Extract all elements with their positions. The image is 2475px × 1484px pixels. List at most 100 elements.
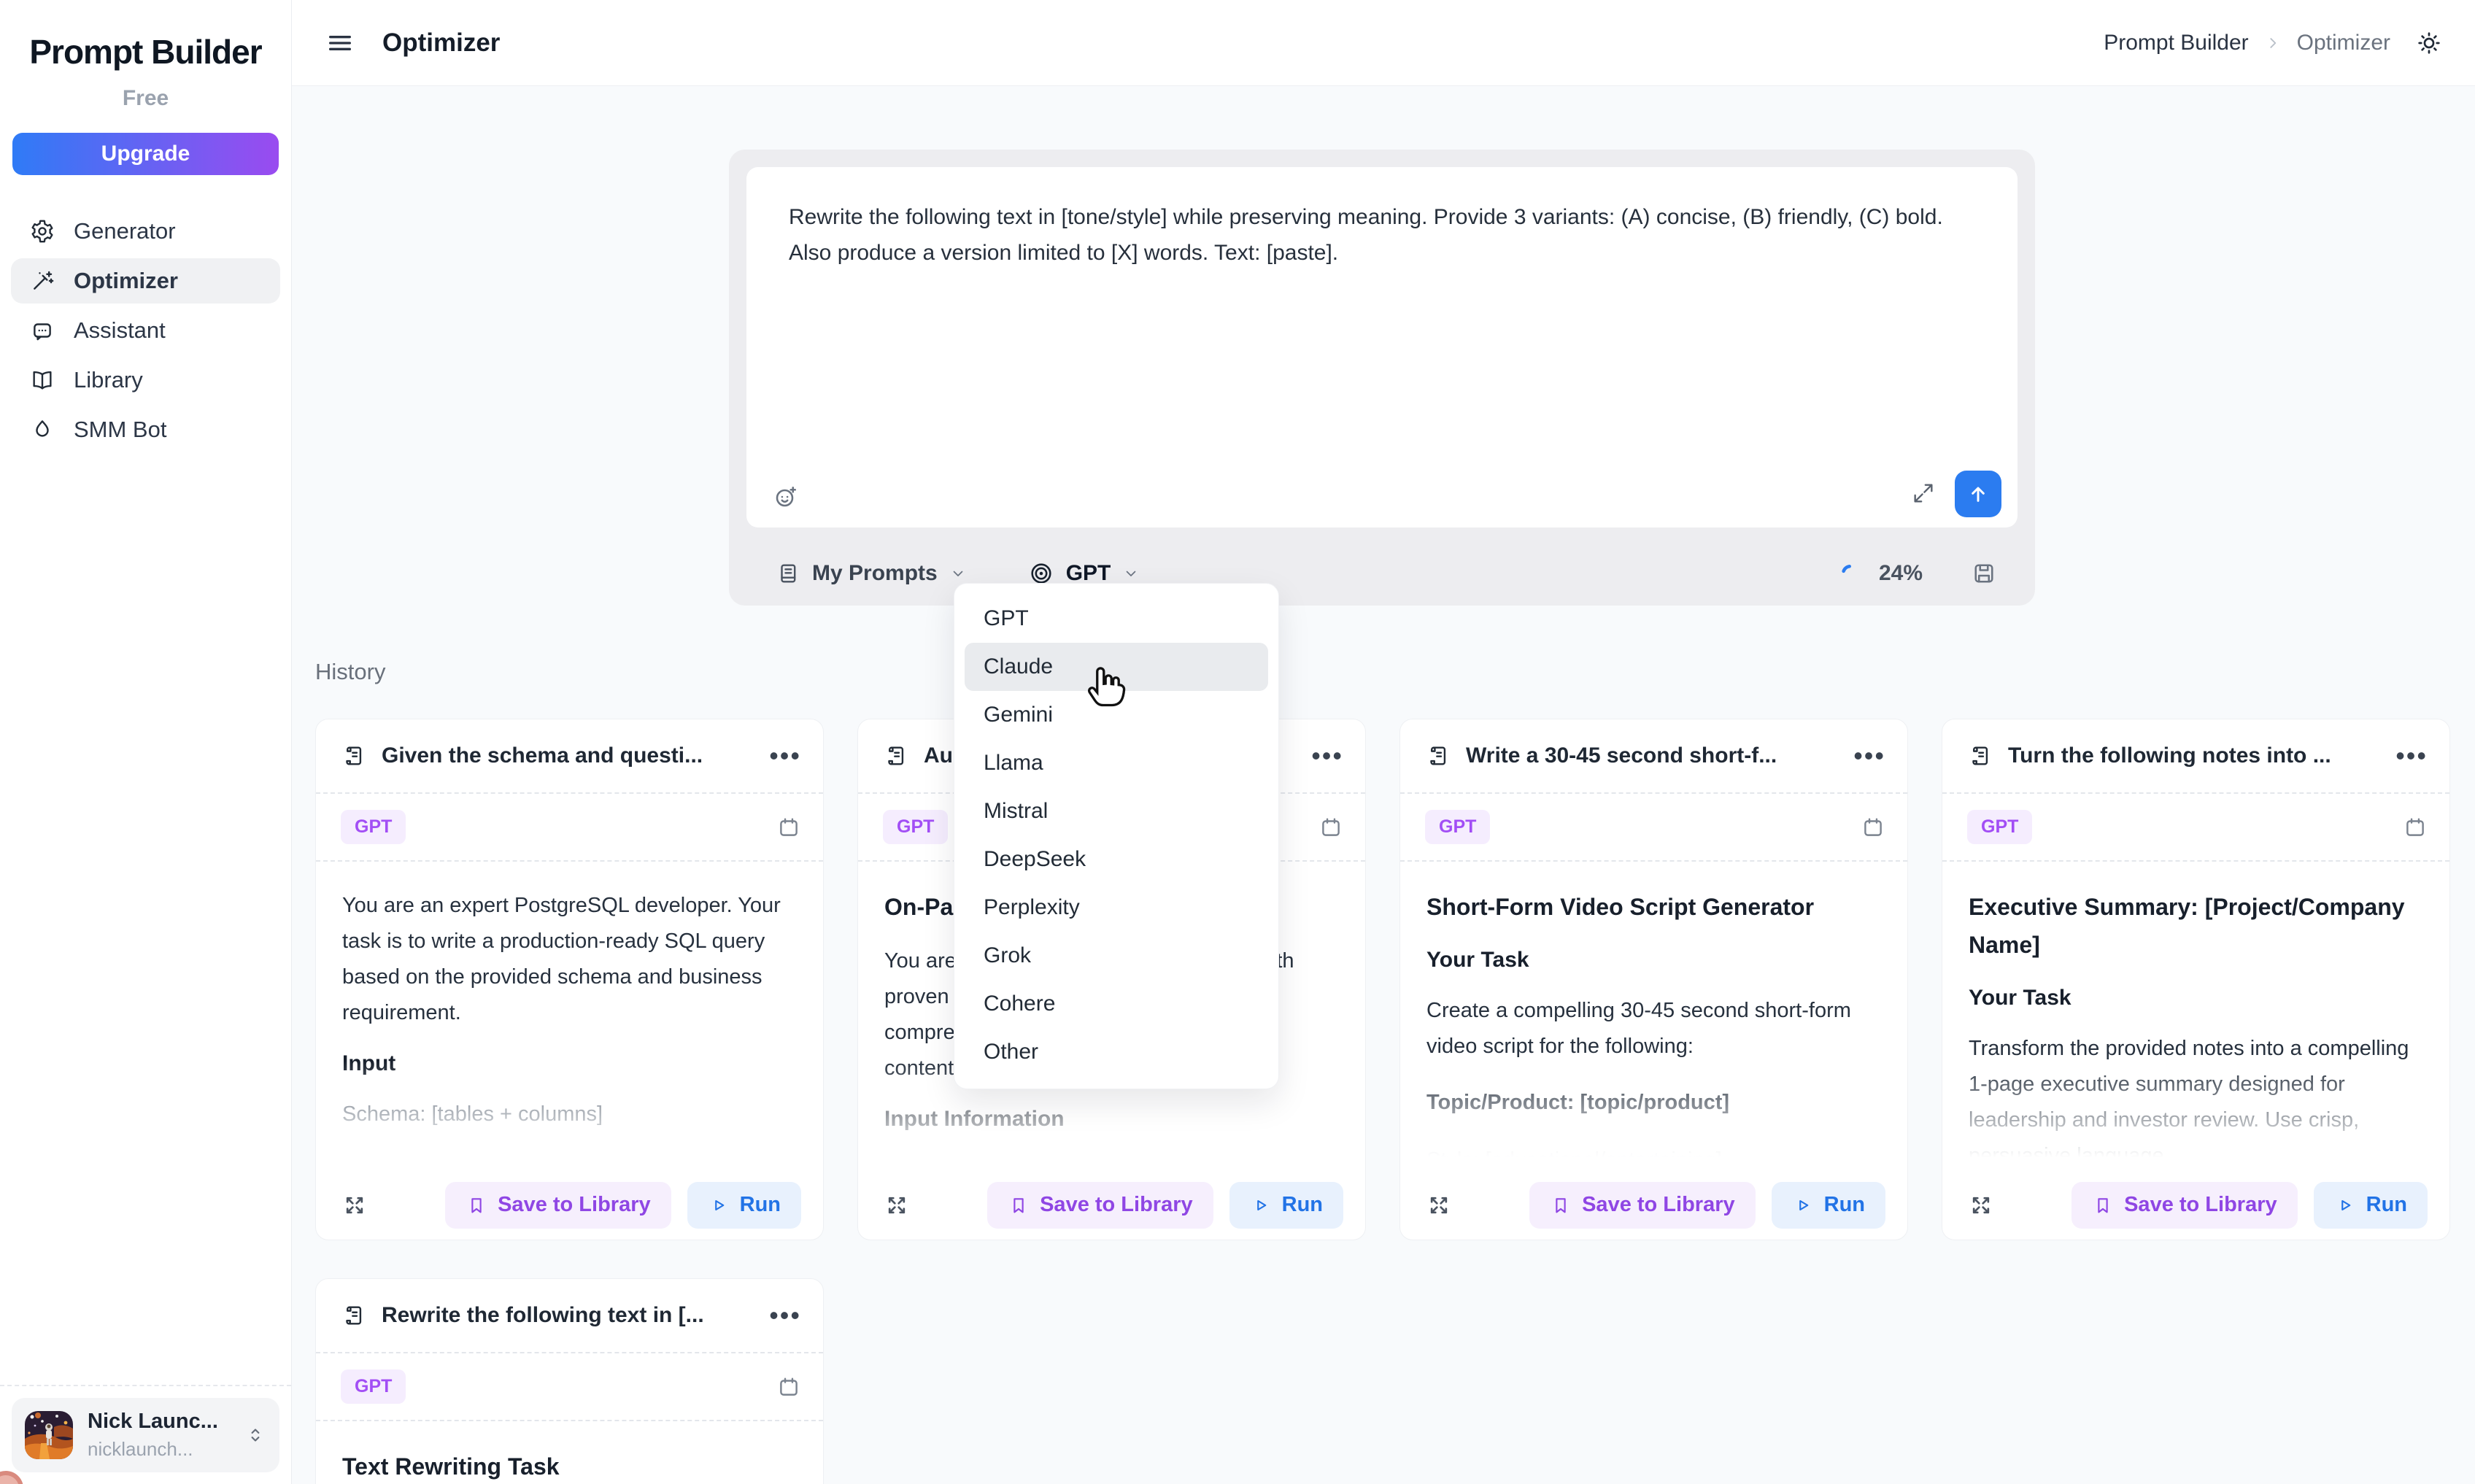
menu-item-llama[interactable]: Llama: [954, 739, 1278, 787]
avatar: [25, 1411, 73, 1459]
sidebar-item-assistant[interactable]: Assistant: [11, 308, 280, 353]
plan-label: Free: [0, 86, 291, 111]
breadcrumb: Prompt Builder Optimizer: [2104, 29, 2443, 57]
save-to-library-button[interactable]: Save to Library: [445, 1182, 671, 1229]
card-line: Style: [educational/entertaining]: [1426, 1143, 1881, 1170]
menu-item-gpt[interactable]: GPT: [954, 595, 1278, 643]
sidebar-item-label: SMM Bot: [74, 417, 166, 443]
card-footer: Save to Library Run: [1400, 1170, 1907, 1240]
menu-item-perplexity[interactable]: Perplexity: [954, 884, 1278, 932]
sidebar-item-generator[interactable]: Generator: [11, 209, 280, 254]
menu-item-other[interactable]: Other: [954, 1028, 1278, 1076]
emoji-button[interactable]: [773, 484, 799, 510]
expand-editor-button[interactable]: [1911, 481, 1936, 506]
history-card: Given the schema and questi... ••• GPT Y…: [315, 719, 824, 1240]
upgrade-button[interactable]: Upgrade: [12, 133, 279, 175]
run-label: Run: [2366, 1193, 2407, 1217]
run-label: Run: [1824, 1193, 1865, 1217]
schedule-button[interactable]: [776, 815, 801, 840]
library-selector-label: My Prompts: [812, 561, 938, 586]
bookmark-icon: [466, 1194, 487, 1216]
card-menu-button[interactable]: •••: [1853, 749, 1885, 763]
prompt-library-selector[interactable]: My Prompts: [776, 561, 967, 586]
card-menu-button[interactable]: •••: [1311, 749, 1343, 763]
theme-toggle-button[interactable]: [2415, 29, 2443, 57]
card-paragraph: Transform the provided notes into a comp…: [1969, 1031, 2423, 1170]
menu-item-grok[interactable]: Grok: [954, 932, 1278, 980]
save-to-library-button[interactable]: Save to Library: [1529, 1182, 1756, 1229]
menu-item-mistral[interactable]: Mistral: [954, 787, 1278, 835]
menu-toggle-button[interactable]: [325, 28, 355, 58]
card-body: Executive Summary: [Project/Company Name…: [1942, 862, 2449, 1170]
menu-item-claude[interactable]: Claude: [965, 643, 1268, 691]
prompt-input[interactable]: Rewrite the following text in [tone/styl…: [746, 167, 2018, 527]
card-menu-button[interactable]: •••: [2395, 749, 2428, 763]
user-profile[interactable]: Nick Launc... nicklaunch...: [12, 1398, 279, 1472]
composer-toolbar-right: 24%: [1839, 560, 1997, 587]
card-title: Given the schema and questi...: [382, 743, 753, 768]
card-line: • URL (optional): [url]: [884, 1152, 1339, 1170]
sidebar-item-optimizer[interactable]: Optimizer: [11, 258, 280, 304]
run-button[interactable]: Run: [1772, 1182, 1885, 1229]
maximize-button[interactable]: [883, 1191, 911, 1219]
flame-icon: [30, 417, 55, 442]
card-body: You are an expert PostgreSQL developer. …: [316, 862, 823, 1170]
chevron-right-icon: [2263, 34, 2282, 53]
schedule-button[interactable]: [1318, 815, 1343, 840]
card-body: Short-Form Video Script Generator Your T…: [1400, 862, 1907, 1170]
chevron-down-icon: [1122, 565, 1140, 582]
maximize-icon: [1425, 1191, 1453, 1219]
schedule-button[interactable]: [776, 1375, 801, 1399]
schedule-button[interactable]: [1861, 815, 1885, 840]
scroll-icon: [883, 743, 908, 768]
sidebar-item-smm-bot[interactable]: SMM Bot: [11, 407, 280, 452]
card-line: Topic/Product: [topic/product]: [1426, 1085, 1881, 1121]
card-line: Business Question: [business question]: [342, 1154, 797, 1170]
sidebar-item-library[interactable]: Library: [11, 358, 280, 403]
breadcrumb-parent[interactable]: Prompt Builder: [2104, 31, 2248, 55]
sidebar-item-label: Optimizer: [74, 268, 178, 294]
save-to-library-button[interactable]: Save to Library: [987, 1182, 1213, 1229]
card-subheading: Input: [342, 1051, 797, 1076]
history-card: Turn the following notes into ... ••• GP…: [1942, 719, 2450, 1240]
maximize-icon: [1967, 1191, 1995, 1219]
header: Optimizer Prompt Builder Optimizer: [292, 0, 2475, 86]
save-to-library-button[interactable]: Save to Library: [2071, 1182, 2298, 1229]
menu-item-cohere[interactable]: Cohere: [954, 980, 1278, 1028]
card-menu-button[interactable]: •••: [769, 1308, 801, 1323]
bookmark-icon: [1550, 1194, 1572, 1216]
run-button[interactable]: Run: [2314, 1182, 2428, 1229]
history-card: Write a 30-45 second short-f... ••• GPT …: [1399, 719, 1908, 1240]
card-menu-button[interactable]: •••: [769, 749, 801, 763]
maximize-button[interactable]: [1967, 1191, 1995, 1219]
save-to-library-label: Save to Library: [1040, 1193, 1193, 1217]
menu-item-gemini[interactable]: Gemini: [954, 691, 1278, 739]
run-button[interactable]: Run: [687, 1182, 801, 1229]
scroll-icon: [341, 743, 366, 768]
play-icon: [2334, 1194, 2356, 1216]
save-prompt-button[interactable]: [1971, 560, 1997, 587]
floppy-disk-icon: [1971, 560, 1997, 587]
scroll-icon: [341, 1303, 366, 1328]
card-subheading: Your Task: [1969, 986, 2423, 1010]
schedule-button[interactable]: [2403, 815, 2428, 840]
sun-icon: [2415, 29, 2443, 57]
app-root: Prompt Builder Free Upgrade Generator Op…: [0, 0, 2475, 1484]
notebook-icon: [776, 561, 800, 586]
send-button[interactable]: [1955, 471, 2001, 517]
profile-expand-button[interactable]: [244, 1424, 266, 1446]
card-paragraph: You are an expert PostgreSQL developer. …: [342, 888, 797, 1031]
play-icon: [1792, 1194, 1814, 1216]
chat-bot-icon: [30, 318, 55, 343]
card-title: Rewrite the following text in [...: [382, 1303, 753, 1328]
book-icon: [30, 368, 55, 393]
menu-item-deepseek[interactable]: DeepSeek: [954, 835, 1278, 884]
run-button[interactable]: Run: [1229, 1182, 1343, 1229]
prompt-composer: Rewrite the following text in [tone/styl…: [729, 150, 2035, 606]
save-to-library-label: Save to Library: [2124, 1193, 2277, 1217]
bookmark-icon: [1008, 1194, 1030, 1216]
maximize-button[interactable]: [341, 1191, 368, 1219]
maximize-button[interactable]: [1425, 1191, 1453, 1219]
smiley-plus-icon: [773, 484, 799, 510]
model-dropdown-menu: GPT Claude Gemini Llama Mistral DeepSeek…: [954, 583, 1279, 1089]
